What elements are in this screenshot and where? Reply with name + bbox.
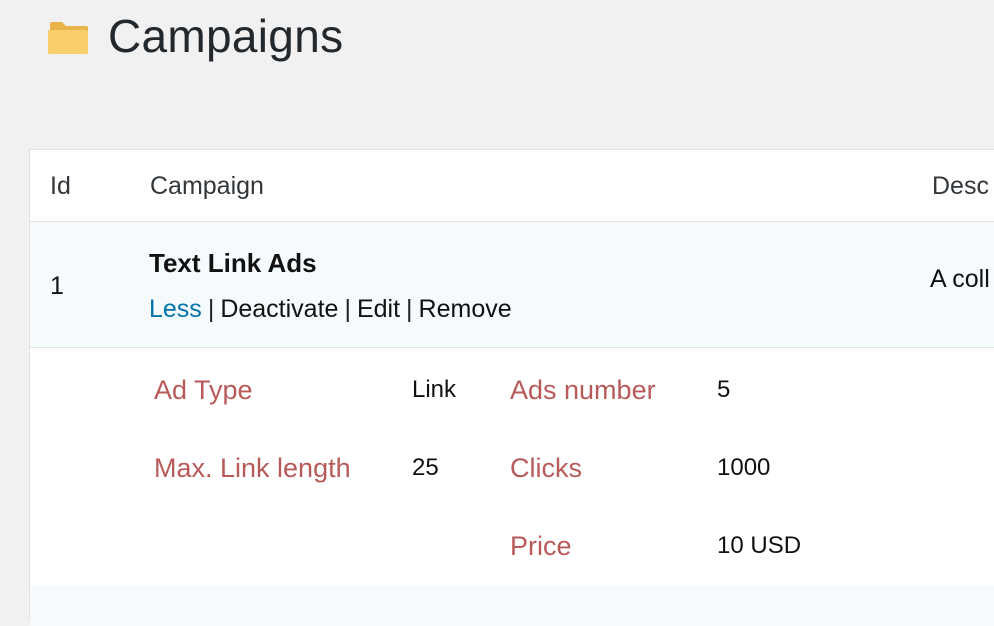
- max-link-length-label: Max. Link length: [154, 453, 351, 483]
- campaign-title: Text Link Ads: [149, 248, 317, 278]
- deactivate-link[interactable]: Deactivate: [220, 295, 338, 323]
- row-actions: Less | Deactivate | Edit | Remove: [149, 295, 512, 324]
- clicks-label: Clicks: [510, 453, 582, 483]
- edit-link[interactable]: Edit: [357, 295, 400, 323]
- campaign-description: A coll: [930, 265, 990, 293]
- table-header: Id Campaign Desc: [30, 150, 994, 222]
- column-header-id[interactable]: Id: [50, 172, 71, 201]
- remove-link[interactable]: Remove: [419, 295, 512, 323]
- price-label: Price: [510, 531, 572, 561]
- campaigns-table: Id Campaign Desc 1 Text Link Ads Less | De…: [29, 149, 994, 626]
- table-row: 1 Text Link Ads Less | Deactivate | Edit | Rem…: [30, 222, 994, 348]
- ads-number-value: 5: [717, 376, 731, 403]
- campaign-id: 1: [50, 272, 64, 300]
- folder-icon: [46, 16, 90, 56]
- column-header-campaign[interactable]: Campaign: [150, 172, 264, 201]
- ad-type-label: Ad Type: [154, 375, 253, 405]
- campaign-details: Ad Type Link Ads number 5 Max. Link leng…: [30, 348, 994, 586]
- ad-type-value: Link: [412, 376, 457, 403]
- page-header: Campaigns: [46, 8, 343, 64]
- page-title: Campaigns: [108, 10, 344, 62]
- less-link[interactable]: Less: [149, 295, 202, 323]
- next-row-strip: [30, 586, 994, 626]
- column-header-description[interactable]: Desc: [932, 172, 989, 201]
- price-value: 10 USD: [717, 532, 802, 559]
- max-link-length-value: 25: [412, 454, 439, 481]
- action-separator: |: [406, 295, 413, 323]
- ads-number-label: Ads number: [510, 375, 656, 405]
- action-separator: |: [344, 295, 351, 323]
- clicks-value: 1000: [717, 454, 771, 481]
- action-separator: |: [207, 295, 215, 323]
